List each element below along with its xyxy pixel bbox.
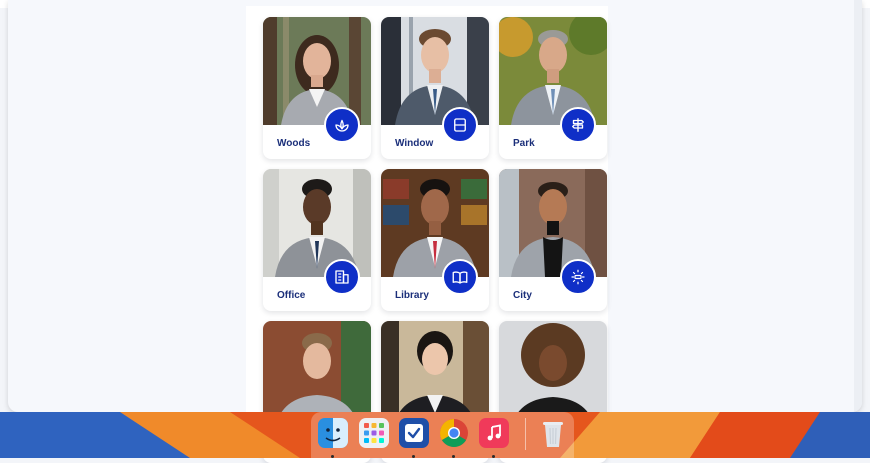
dock-separator: [525, 418, 526, 450]
portrait-photo-city: [499, 169, 607, 277]
book-icon-badge: [442, 259, 478, 295]
card-park[interactable]: Park: [499, 17, 607, 159]
window-right-edge: [854, 0, 862, 412]
trash-icon[interactable]: [538, 418, 568, 448]
portrait-photo-window: [381, 17, 489, 125]
card-library[interactable]: Library: [381, 169, 489, 311]
book-icon: [452, 271, 468, 284]
task-app-icon[interactable]: [399, 418, 429, 448]
lotus-icon: [335, 119, 349, 132]
portrait-photo-library: [381, 169, 489, 277]
launchpad-icon[interactable]: [359, 418, 389, 448]
card-label: Office: [277, 290, 306, 301]
card-window[interactable]: Window: [381, 17, 489, 159]
card-city[interactable]: City: [499, 169, 607, 311]
portrait-photo-woods: [263, 17, 371, 125]
window-icon: [454, 118, 466, 132]
card-woods[interactable]: Woods: [263, 17, 371, 159]
portrait-photo-office: [263, 169, 371, 277]
lotus-icon-badge: [324, 107, 360, 143]
building-icon-badge: [324, 259, 360, 295]
card-label: Window: [395, 138, 434, 149]
building-icon: [335, 270, 349, 284]
window-icon-badge: [442, 107, 478, 143]
card-office[interactable]: Office: [263, 169, 371, 311]
signpost-icon-badge: [560, 107, 596, 143]
music-icon[interactable]: [479, 418, 509, 448]
portrait-photo-park: [499, 17, 607, 125]
signpost-icon: [572, 118, 584, 132]
card-label: City: [513, 290, 532, 301]
city-sun-icon: [571, 269, 585, 285]
card-label: Park: [513, 138, 535, 149]
finder-icon[interactable]: [318, 418, 348, 448]
city-sun-icon-badge: [560, 259, 596, 295]
card-label: Woods: [277, 138, 311, 149]
chrome-icon[interactable]: [439, 418, 469, 448]
card-label: Library: [395, 290, 429, 301]
